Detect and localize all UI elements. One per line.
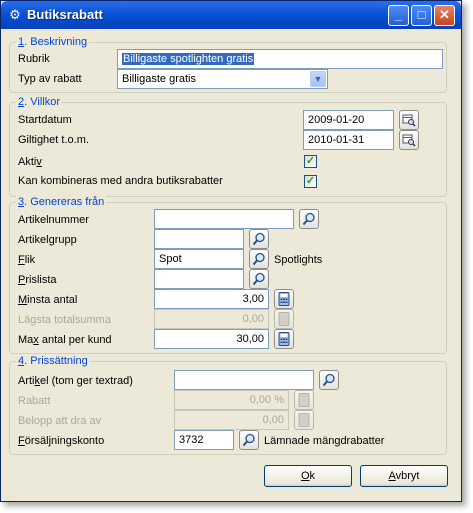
startdatum-input[interactable]: 2009-01-20 [303,110,394,130]
minsta-antal-calculator-button[interactable] [274,289,294,309]
kombineras-label: Kan kombineras med andra butiksrabatter [18,175,223,187]
forsaljningskonto-label: Försäljningskonto [18,435,105,447]
artikel-label: Artikel (tom ger textrad) [18,375,133,387]
title-bar[interactable]: ⚙ Butiksrabatt _ □ ✕ [1,1,461,29]
artikelgrupp-search-button[interactable] [249,229,269,249]
rabatt-label: Rabatt [18,395,51,407]
flik-input[interactable]: Spot [154,249,244,269]
minsta-antal-input[interactable]: 3,00 [154,289,269,309]
belopp-label: Belopp att dra av [18,415,102,427]
rabatt-input: 0,00 % [174,390,289,410]
group-legend: 2. Villkor [16,95,62,109]
startdatum-label: Startdatum [18,114,72,126]
max-antal-label: Max antal per kund [18,334,112,346]
calculator-icon [278,332,290,346]
prislista-label: Prislista [18,274,57,286]
minsta-antal-label: Minsta antal [18,294,78,306]
artikelnummer-input[interactable] [154,209,294,229]
calendar-search-icon [402,134,416,147]
calculator-icon [298,393,310,407]
avbryt-button[interactable]: Avbryt [360,465,448,487]
checkmark-icon: ✓ [305,175,316,187]
checkmark-icon: ✓ [305,155,316,167]
max-antal-calculator-button[interactable] [274,329,294,349]
artikelgrupp-input[interactable] [154,229,244,249]
flik-search-button[interactable] [249,249,269,269]
forsaljningskonto-description: Lämnade mängdrabatter [264,435,385,447]
magnifier-icon [252,252,265,266]
minimize-button[interactable]: _ [388,5,409,26]
artikelnummer-search-button[interactable] [299,209,319,229]
forsaljningskonto-input[interactable]: 3732 [174,430,234,450]
typ-av-rabatt-label: Typ av rabatt [18,73,82,85]
aktiv-checkbox[interactable]: ✓ [304,155,317,168]
calendar-search-icon [402,114,416,127]
group-legend: 3. Genereras från [16,195,107,209]
chevron-down-icon[interactable]: ▼ [310,71,326,87]
magnifier-icon [302,212,315,226]
giltighet-input[interactable]: 2010-01-31 [303,130,394,150]
typ-av-rabatt-select[interactable]: Billigaste gratis ▼ [117,69,328,89]
window-title: Butiksrabatt [27,7,103,22]
belopp-calculator-button [294,410,314,430]
giltighet-label: Giltighet t.o.m. [18,134,89,146]
max-antal-input[interactable]: 30,00 [154,329,269,349]
calendar-picker-button[interactable] [399,130,419,150]
forsaljningskonto-search-button[interactable] [239,430,259,450]
magnifier-icon [242,433,255,447]
kombineras-checkbox[interactable]: ✓ [304,175,317,188]
artikelgrupp-label: Artikelgrupp [18,234,77,246]
flik-label: Flik [18,254,36,266]
calculator-icon [298,413,310,427]
rubrik-label: Rubrik [18,53,50,65]
calculator-icon [278,312,290,326]
artikelnummer-label: Artikelnummer [18,214,89,226]
lagsta-totalsumma-calculator-button [274,309,294,329]
prislista-search-button[interactable] [249,269,269,289]
ok-button[interactable]: Ok [264,465,352,487]
group-legend: 1. Beskrivning [16,35,90,49]
dialog-window: ⚙ Butiksrabatt _ □ ✕ 1. Beskrivning Rubr… [0,0,462,502]
group-legend: 4. Prissättning [16,354,90,368]
lagsta-totalsumma-label: Lägsta totalsumma [18,314,111,326]
prislista-input[interactable] [154,269,244,289]
lagsta-totalsumma-input: 0,00 [154,309,269,329]
rabatt-calculator-button [294,390,314,410]
belopp-input: 0,00 [174,410,289,430]
artikel-search-button[interactable] [319,370,339,390]
magnifier-icon [252,232,265,246]
flik-description: Spotlights [274,254,323,266]
rubrik-input[interactable]: Billigaste spotlighten gratis [117,49,443,69]
aktiv-label: Aktiv [18,156,42,168]
gears-icon: ⚙ [9,7,21,22]
calculator-icon [278,292,290,306]
artikel-input[interactable] [174,370,314,390]
calendar-picker-button[interactable] [399,110,419,130]
magnifier-icon [252,272,265,286]
close-button[interactable]: ✕ [434,5,455,26]
magnifier-icon [322,373,335,387]
maximize-button[interactable]: □ [411,5,432,26]
